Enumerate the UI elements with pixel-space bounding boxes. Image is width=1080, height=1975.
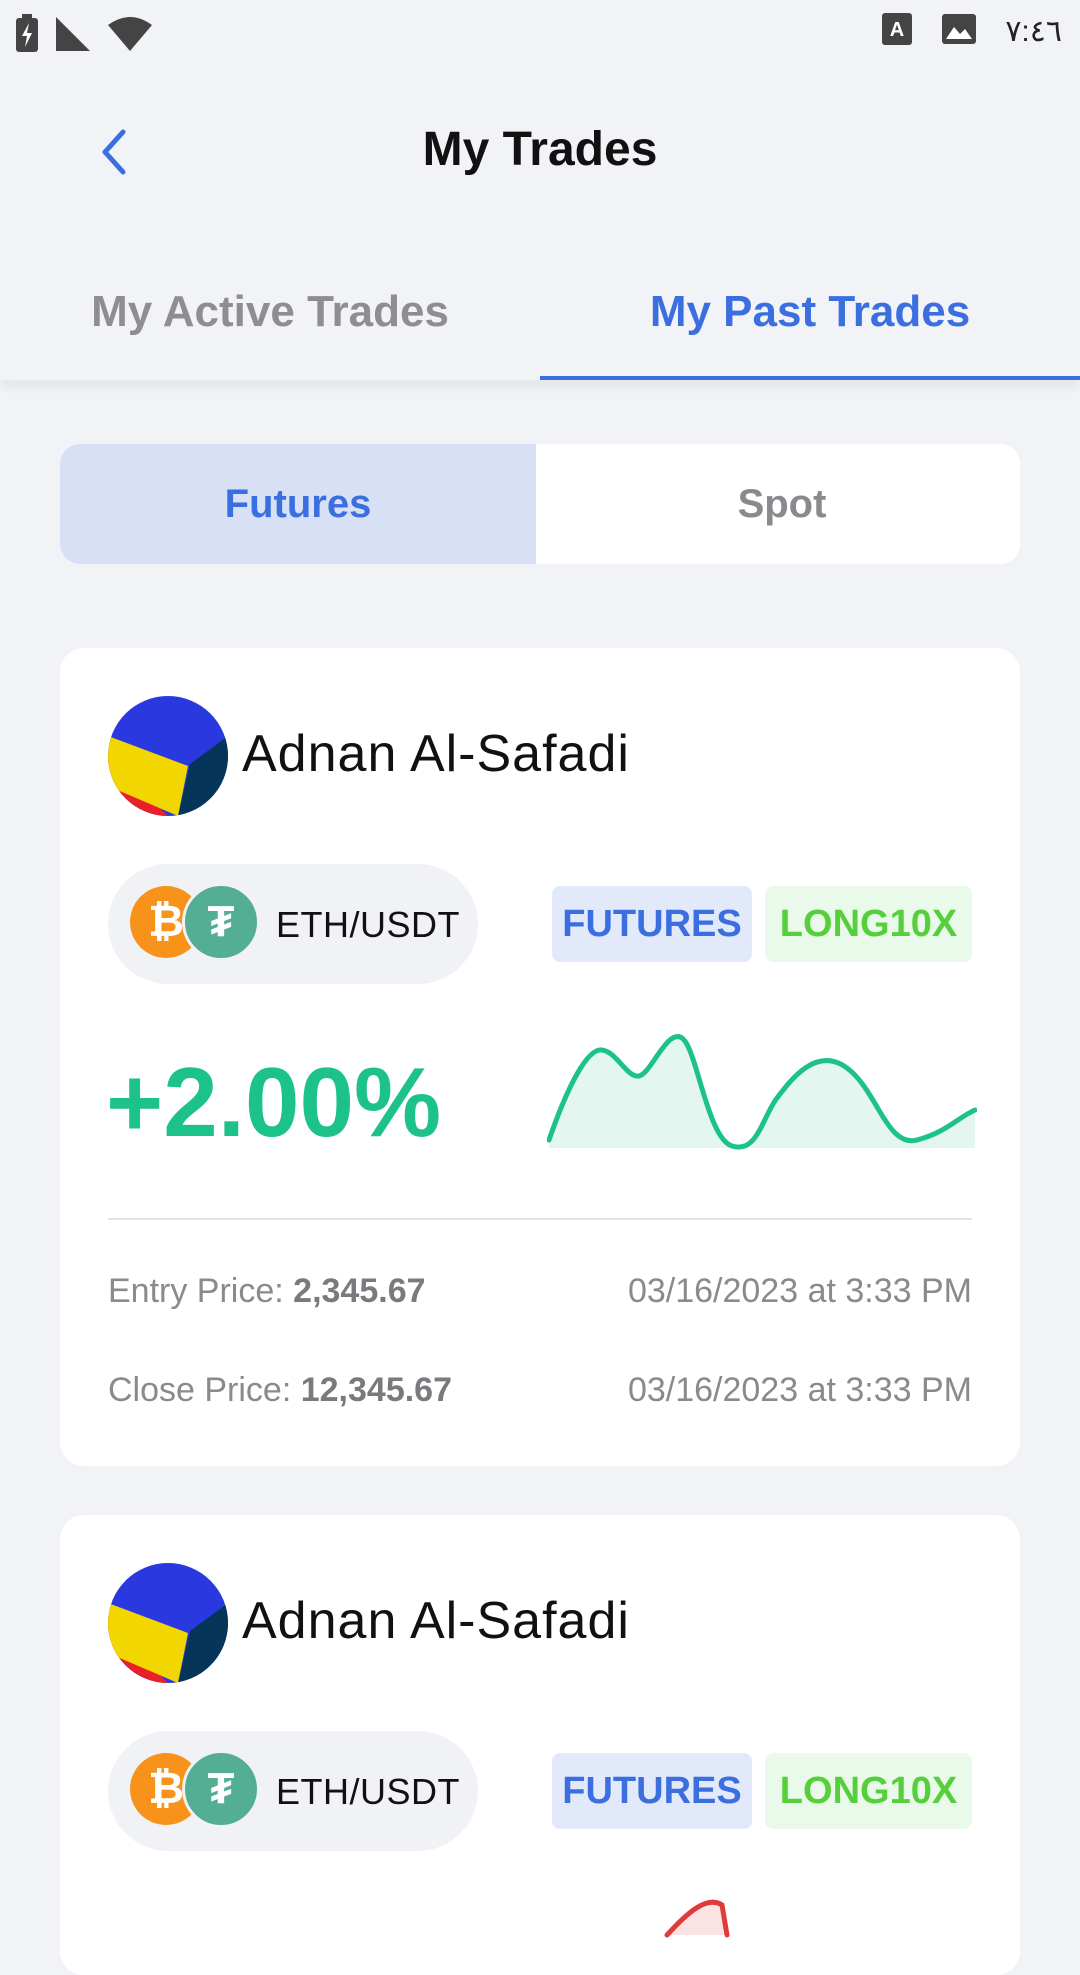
status-bar: A ٧:٤٦ [0,0,1080,72]
wifi-icon [106,15,154,58]
market-type-badge: FUTURES [552,1753,752,1829]
close-date: 03/16/2023 at 3:33 PM [627,1371,972,1409]
pnl-percentage: +2.00% [106,1047,442,1157]
svg-text:A: A [890,19,904,41]
market-segment-control: Futures Spot [60,444,1020,564]
battery-charging-icon [14,14,40,59]
position-badge: LONG10X [765,886,972,962]
trade-card[interactable]: Adnan Al-Safadi ₿ ₮ ETH/USDT FUTURES LON… [60,648,1020,1466]
close-price-label: Close Price: [108,1371,301,1409]
trade-tabs: My Active Trades My Past Trades [0,262,1080,380]
market-type-badge: FUTURES [552,886,752,962]
trading-pair-label: ETH/USDT [276,904,460,945]
price-sparkline [664,1899,730,1938]
tether-icon: ₮ [182,883,260,961]
position-badge: LONG10X [765,1753,972,1829]
active-tab-indicator [540,376,1080,380]
app-header: My Trades [0,72,1080,232]
page-title: My Trades [422,123,658,176]
tab-my-active-trades[interactable]: My Active Trades [0,287,540,337]
trading-pair-pill: ₿ ₮ ETH/USDT [108,864,478,984]
trader-name: Adnan Al-Safadi [242,1592,630,1650]
avatar [108,1563,228,1683]
keyboard-a-icon: A [881,12,913,51]
entry-date: 03/16/2023 at 3:33 PM [627,1272,972,1310]
entry-price-row: Entry Price: 2,345.67 03/16/2023 at 3:33… [108,1272,972,1311]
trading-pair-pill: ₿ ₮ ETH/USDT [108,1731,478,1851]
close-price-value: 12,345.67 [300,1371,452,1409]
trading-pair-label: ETH/USDT [276,1771,460,1812]
trader-name: Adnan Al-Safadi [242,725,630,783]
tether-icon: ₮ [182,1750,260,1828]
card-divider [108,1218,972,1220]
avatar [108,696,228,816]
close-price-row: Close Price: 12,345.67 03/16/2023 at 3:3… [108,1371,972,1410]
entry-price-value: 2,345.67 [293,1272,426,1310]
trade-card[interactable]: Adnan Al-Safadi ₿ ₮ ETH/USDT FUTURES LON… [60,1515,1020,1975]
image-icon [941,13,977,50]
segment-spot[interactable]: Spot [544,444,1020,564]
segment-futures[interactable]: Futures [60,444,536,564]
entry-price-label: Entry Price: [108,1272,294,1310]
signal-icon [54,15,92,58]
status-time: ٧:٤٦ [1005,15,1062,48]
tab-my-past-trades[interactable]: My Past Trades [540,287,1080,337]
price-sparkline [547,1034,977,1150]
